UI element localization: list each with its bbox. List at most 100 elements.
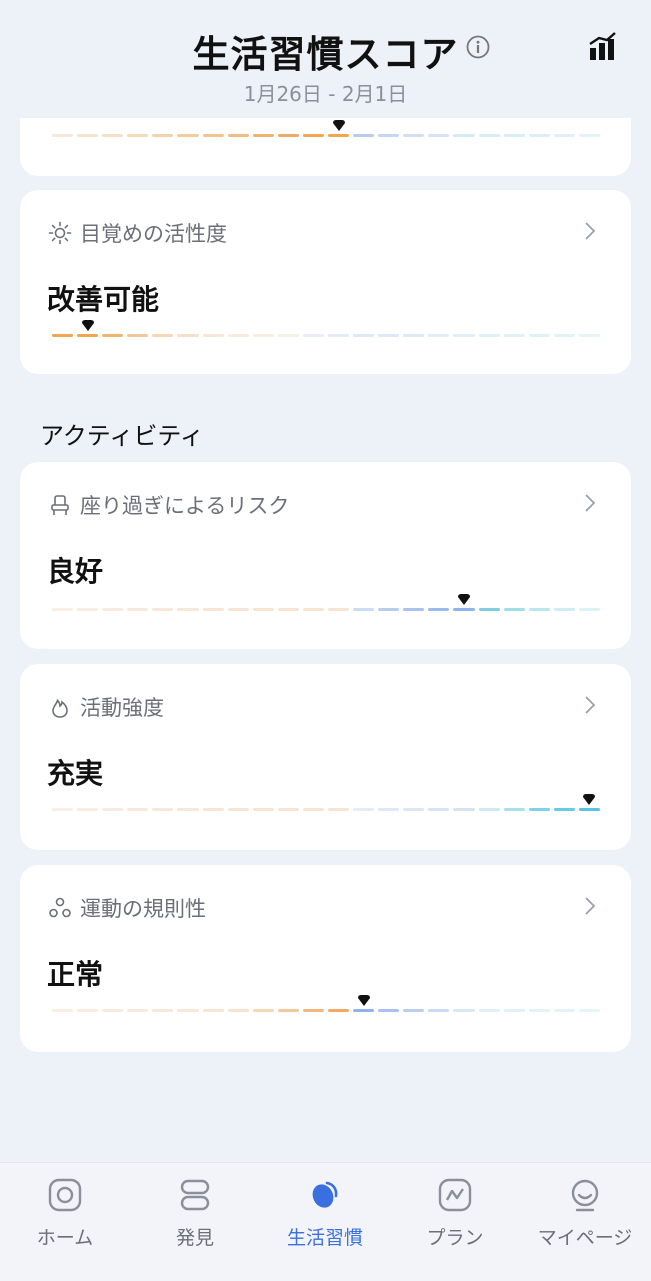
tab-label: 生活習慣: [286, 1227, 363, 1249]
score-segment: [52, 1009, 74, 1012]
card-label: 座り過ぎによるリスク: [80, 494, 290, 518]
score-segment: [353, 134, 375, 137]
score-segment: [252, 1009, 274, 1012]
card-label: 運動の規則性: [80, 897, 206, 921]
score-segment: [528, 808, 550, 811]
score-segment: [227, 608, 249, 611]
card-exercise-regularity[interactable]: 運動の規則性 正常: [20, 865, 631, 1052]
score-segment: [302, 808, 324, 811]
score-segment: [302, 608, 324, 611]
score-segment: [202, 134, 224, 137]
flame-icon: [52, 698, 68, 718]
score-segment: [277, 334, 299, 337]
score-segment: [252, 134, 274, 137]
score-segment: [503, 134, 525, 137]
score-segment: [77, 334, 99, 337]
score-segment: [403, 334, 425, 337]
score-segment: [378, 808, 400, 811]
score-segment: [102, 808, 124, 811]
card-status: 充実: [47, 757, 104, 790]
score-segment: [478, 1009, 500, 1012]
score-segment: [503, 1009, 525, 1012]
tab-label: ホーム: [36, 1227, 94, 1249]
score-segment: [227, 134, 249, 137]
card-status: 良好: [47, 555, 104, 588]
section-title-activity: アクティビティ: [40, 422, 204, 450]
score-bar: [52, 794, 600, 814]
page-title: 生活習慣スコア: [192, 33, 459, 76]
discover-icon: [180, 1179, 210, 1211]
triangle-circles-icon: [49, 897, 71, 918]
score-segment: [127, 134, 149, 137]
score-marker-icon: [458, 594, 470, 605]
score-segment: [378, 134, 400, 137]
score-segment: [202, 1009, 224, 1012]
score-segment: [302, 334, 324, 337]
score-bar: [52, 995, 600, 1015]
card-sitting-risk[interactable]: 座り過ぎによるリスク 良好: [20, 462, 631, 649]
score-segment: [227, 334, 249, 337]
tab-lifestyle[interactable]: 生活習慣: [260, 1163, 390, 1281]
card-status: 正常: [47, 958, 104, 991]
bar-chart-icon[interactable]: [587, 30, 619, 62]
chevron-right-icon[interactable]: [583, 694, 597, 716]
score-segment: [578, 134, 600, 137]
score-segment: [328, 808, 350, 811]
score-segment: [553, 134, 575, 137]
score-segment: [152, 334, 174, 337]
chevron-right-icon[interactable]: [583, 895, 597, 917]
score-segment: [52, 808, 74, 811]
tab-home[interactable]: ホーム: [0, 1163, 130, 1281]
score-segment: [353, 608, 375, 611]
score-segment: [353, 334, 375, 337]
score-segment: [52, 134, 74, 137]
score-segment: [127, 808, 149, 811]
score-segment: [152, 1009, 174, 1012]
score-segment: [177, 334, 199, 337]
score-segment: [277, 608, 299, 611]
card-header: 運動の規則性: [48, 893, 206, 923]
card-activity-intensity[interactable]: 活動強度 充実: [20, 664, 631, 850]
score-segment: [102, 1009, 124, 1012]
card-label: 目覚めの活性度: [80, 222, 227, 246]
score-bar: [52, 320, 600, 340]
tab-label: プラン: [426, 1227, 484, 1249]
score-segment: [77, 134, 99, 137]
score-segment: [277, 134, 299, 137]
score-segment: [227, 1009, 249, 1012]
score-segment: [478, 134, 500, 137]
chevron-right-icon[interactable]: [583, 220, 597, 242]
score-segment: [152, 608, 174, 611]
score-segment: [403, 1009, 425, 1012]
score-segment: [328, 1009, 350, 1012]
tab-label: 発見: [175, 1227, 214, 1249]
seat-icon: [51, 495, 69, 515]
score-segment: [528, 334, 550, 337]
score-segment: [503, 334, 525, 337]
score-segment: [578, 808, 600, 811]
score-marker-icon: [583, 794, 596, 805]
score-segment: [578, 334, 600, 337]
score-segment: [328, 334, 350, 337]
score-segment: [152, 808, 174, 811]
profile-icon: [571, 1179, 599, 1212]
score-segment: [428, 808, 450, 811]
score-segment: [277, 808, 299, 811]
score-segment: [478, 334, 500, 337]
tab-discover[interactable]: 発見: [130, 1163, 260, 1281]
chevron-right-icon[interactable]: [583, 492, 597, 514]
score-segment: [177, 808, 199, 811]
score-segment: [152, 134, 174, 137]
info-circle-icon[interactable]: [466, 35, 490, 59]
page-header: 生活習慣スコア 1月26日 - 2月1日: [0, 0, 651, 118]
card-wake-activity[interactable]: 目覚めの活性度 改善可能: [20, 190, 631, 374]
score-segment: [202, 808, 224, 811]
tab-mypage[interactable]: マイページ: [520, 1163, 650, 1281]
card-header: 活動強度: [48, 692, 164, 722]
score-segment: [77, 608, 99, 611]
tab-plan[interactable]: プラン: [390, 1163, 520, 1281]
score-segment: [227, 808, 249, 811]
score-segment: [77, 1009, 99, 1012]
score-segment: [553, 1009, 575, 1012]
score-segment: [252, 334, 274, 337]
